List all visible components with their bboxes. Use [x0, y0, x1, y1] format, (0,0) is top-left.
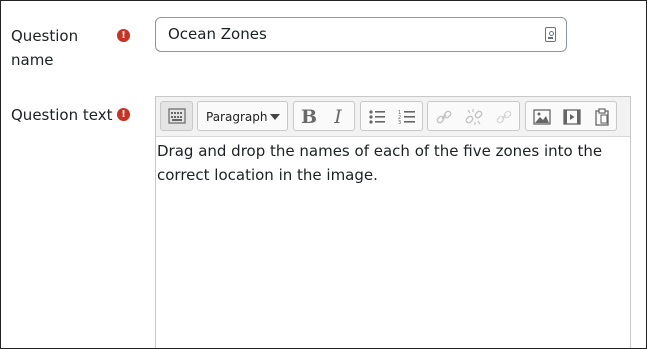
format-select[interactable]: Paragraph [197, 101, 288, 131]
anchor-link-icon[interactable] [494, 107, 514, 127]
chevron-down-icon [270, 114, 280, 120]
question-text-editor[interactable]: Paragraph B I 1 2 3 Drag and drop the na… [155, 96, 631, 348]
italic-icon[interactable]: I [328, 107, 348, 127]
list-group: 1 2 3 [360, 101, 423, 131]
required-icon: ! [117, 108, 130, 121]
unlink-icon[interactable] [464, 107, 484, 127]
editor-content[interactable]: Drag and drop the names of each of the f… [157, 139, 627, 187]
toolbar-toggle-button[interactable] [160, 101, 193, 131]
paste-icon[interactable] [592, 107, 612, 127]
ordered-list-icon[interactable]: 1 2 3 [397, 107, 417, 127]
link-group [427, 101, 520, 131]
video-icon[interactable] [562, 107, 582, 127]
svg-text:3: 3 [398, 120, 401, 126]
text-style-group: B I [293, 101, 355, 131]
question-form: Question name ! Ocean Zones Question tex… [0, 0, 647, 349]
field-lock-icon [545, 27, 556, 42]
keyboard-icon [168, 108, 186, 124]
question-name-label: Question name [11, 27, 79, 69]
editor-toolbar: Paragraph B I 1 2 3 [156, 97, 630, 137]
bold-icon[interactable]: B [299, 107, 319, 127]
link-icon[interactable] [434, 107, 454, 127]
question-name-input[interactable]: Ocean Zones [155, 17, 567, 52]
unordered-list-icon[interactable] [367, 107, 387, 127]
media-group [525, 101, 617, 131]
question-name-value[interactable]: Ocean Zones [168, 18, 267, 51]
format-select-value: Paragraph [206, 110, 268, 124]
question-text-label: Question text [11, 106, 113, 124]
image-icon[interactable] [532, 107, 552, 127]
required-icon: ! [117, 29, 130, 42]
